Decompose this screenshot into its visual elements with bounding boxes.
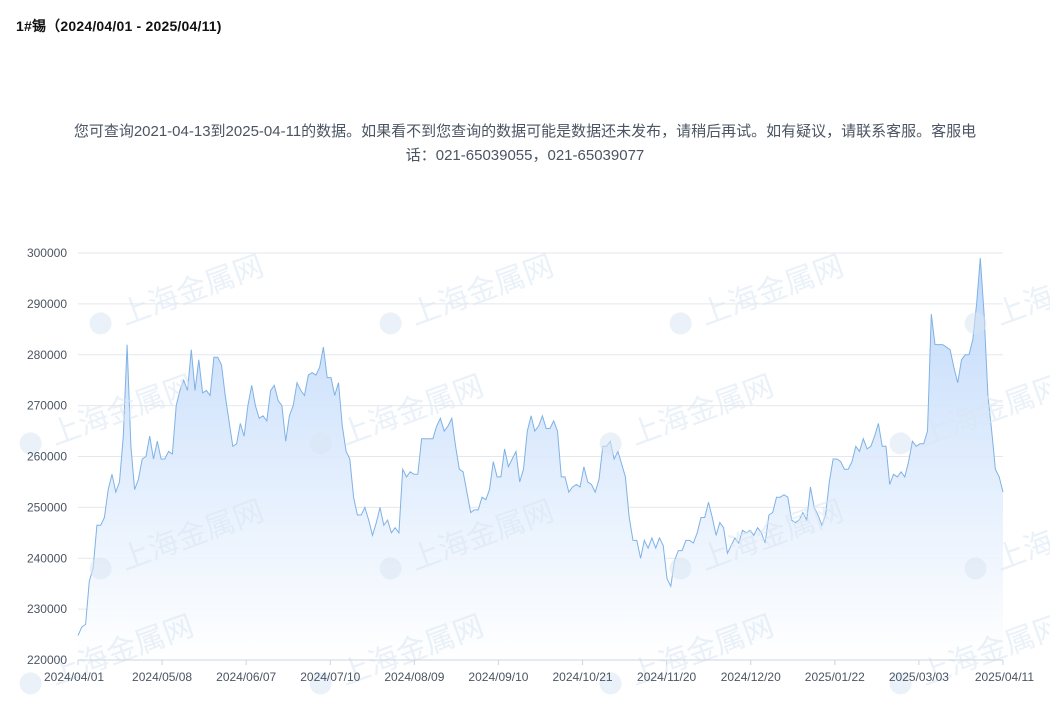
y-tick-label: 280000 [27, 348, 67, 362]
y-tick-label: 270000 [27, 399, 67, 413]
y-tick-label: 300000 [27, 246, 67, 260]
x-tick-label: 2024/04/01 [44, 670, 104, 684]
x-tick-label: 2024/09/10 [468, 670, 528, 684]
y-tick-label: 230000 [27, 602, 67, 616]
x-tick-label: 2024/07/10 [300, 670, 360, 684]
series-area-fill [78, 258, 1003, 660]
x-tick-label: 2024/11/20 [637, 670, 696, 684]
watermark-text: 上海金属网 [625, 369, 778, 453]
x-tick-label: 2024/05/08 [132, 670, 192, 684]
y-tick-label: 260000 [27, 450, 67, 464]
watermark-text: 上海金属网 [335, 369, 488, 453]
y-tick-label: 290000 [27, 297, 67, 311]
watermark: 上海金属网 [964, 249, 1050, 335]
watermark-logo-icon [19, 672, 42, 695]
watermark-text: 上海金属网 [990, 249, 1050, 333]
watermark: 上海金属网 [379, 249, 558, 335]
series-area [77, 258, 1004, 660]
y-tick-label: 240000 [27, 551, 67, 565]
watermark: 上海金属网 [89, 249, 268, 335]
watermark-logo-icon [379, 312, 402, 335]
y-tick-label: 220000 [27, 653, 67, 667]
x-tick-label: 2025/03/03 [889, 670, 949, 684]
x-tick-label: 2025/01/22 [805, 670, 865, 684]
x-tick-label: 2025/04/11 [975, 670, 1034, 684]
x-tick-label: 2024/08/09 [384, 670, 444, 684]
y-tick-label: 250000 [27, 500, 67, 514]
watermark-logo-icon [89, 312, 112, 335]
x-tick-label: 2024/12/20 [721, 670, 781, 684]
watermark-text: 上海金属网 [695, 249, 848, 333]
watermark-logo-icon [599, 432, 622, 455]
watermark: 上海金属网 [599, 369, 778, 455]
watermark-logo-icon [669, 312, 692, 335]
x-tick-label: 2024/10/21 [553, 670, 613, 684]
watermark-text: 上海金属网 [115, 249, 268, 333]
watermark-text: 上海金属网 [405, 249, 558, 333]
price-chart: 上海金属网 上海金属网 上海金属网 上海金属网上海金属网 上海金属网 上海金属网 上海金属网… [19, 246, 1050, 695]
watermark: 上海金属网 [669, 249, 848, 335]
x-tick-label: 2024/06/07 [216, 670, 276, 684]
